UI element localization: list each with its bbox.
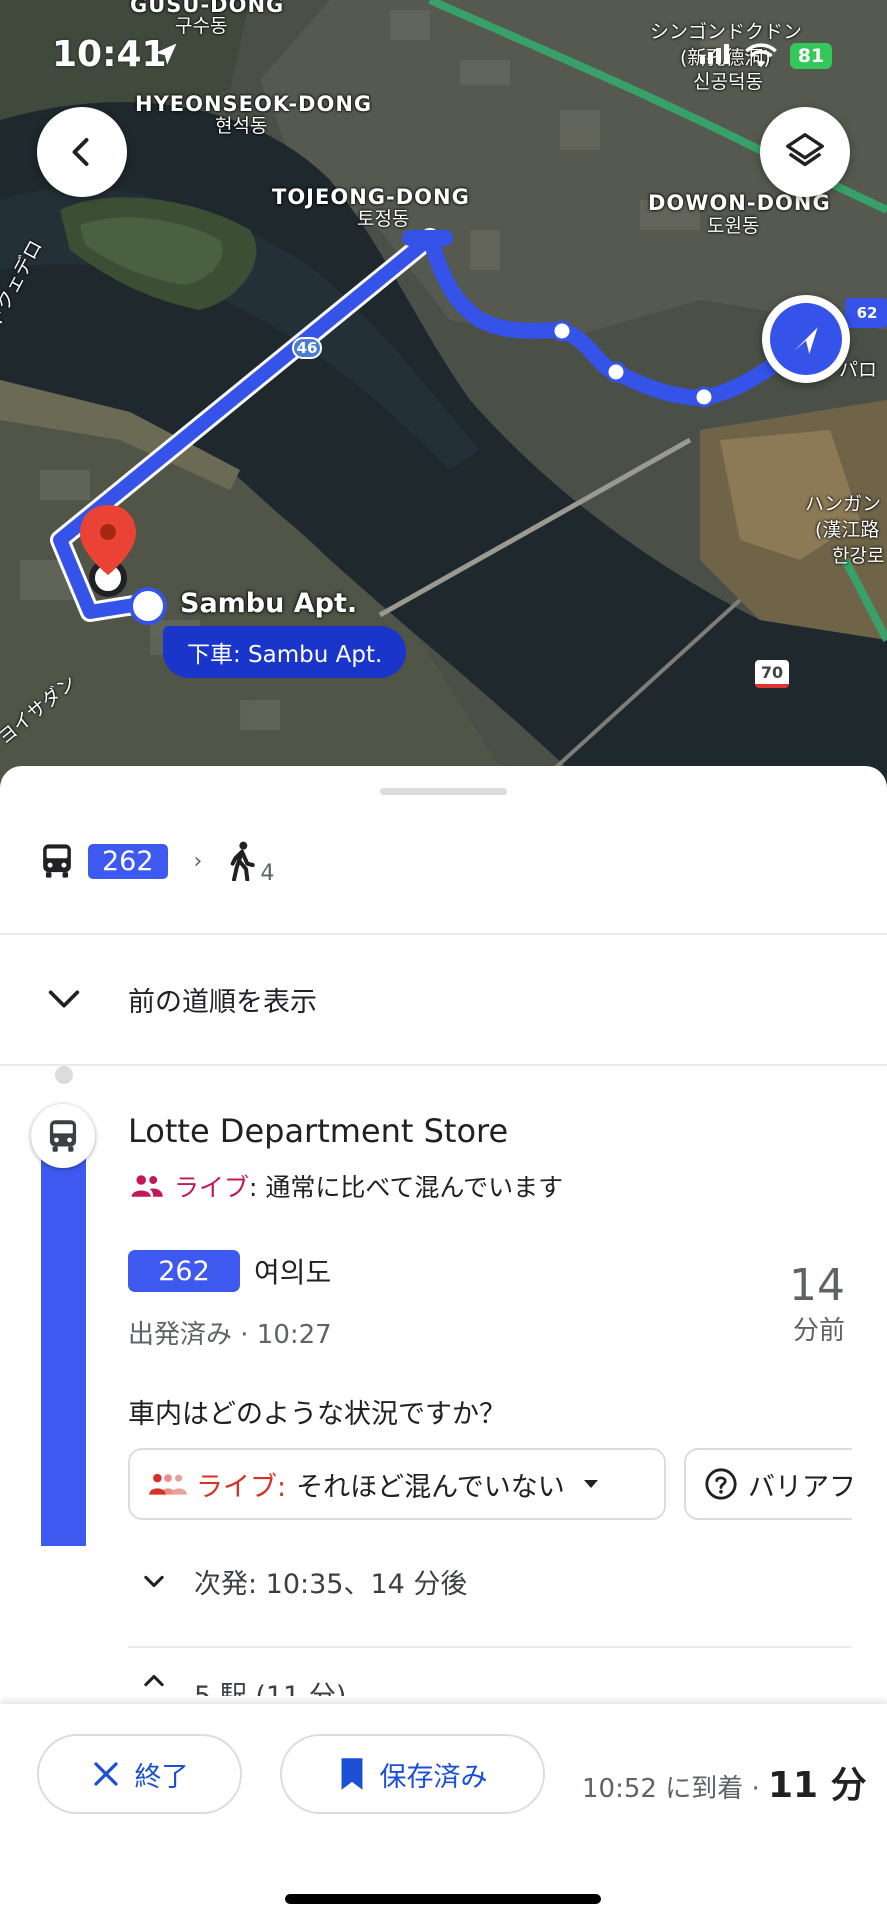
stop-name[interactable]: Lotte Department Store [128,1112,508,1150]
live-label: ライブ [174,1173,250,1202]
bus-line-row[interactable]: 262 여의도 [128,1250,331,1292]
crowd-chip-live-label: ライブ: [196,1471,287,1503]
bottom-action-bar: 終了 保存済み 10:52 に到着 · 11 分 [0,1704,887,1920]
walk-icon [231,841,256,881]
home-indicator [285,1894,601,1904]
map-label-hangang-kr: 한강로 [832,545,885,567]
end-button[interactable]: 終了 [37,1734,242,1814]
stop-label: Sambu Apt. [180,588,358,619]
live-crowd-status: ライブ: 通常に比べて混んでいます [128,1168,563,1204]
highway-shield-70: 70 [755,660,789,688]
chevron-up-icon [144,1674,164,1687]
bus-line-badge: 262 [128,1250,240,1292]
chevron-down-icon [48,990,80,1008]
back-button[interactable] [37,107,127,197]
bus-icon [43,844,71,878]
divider [0,933,887,935]
map-label-hyeonseok-en: HYEONSEOK-DONG [135,92,373,116]
screen: GUSU-DONG 구수동 HYEONSEOK-DONG 현석동 TOJEONG… [0,0,887,1920]
route-badge-62: 62 [856,304,878,322]
next-departure-text: 次発: 10:35、14 分後 [194,1569,468,1600]
departed-time: 出発済み · 10:27 [128,1320,332,1350]
trip-duration: 11 分 [768,1765,867,1806]
saved-button[interactable]: 保存済み [280,1734,545,1814]
next-departure-row[interactable]: 次発: 10:35、14 分後 [140,1562,467,1601]
map-label-hangang-paren: (漢江路 [815,519,880,541]
map-label-hangang-jp: ハンガン [805,493,882,515]
map-label-tojeong-kr: 토정동 [357,208,410,230]
recenter-button[interactable] [762,295,850,383]
accessibility-chip-label: バリアフ [748,1471,852,1503]
show-previous-steps-label: 前の道順を表示 [128,986,317,1018]
navigation-arrow-icon [770,303,842,375]
map-label-tojeong-en: TOJEONG-DONG [272,185,470,209]
map-label-hyeonseok-kr: 현석동 [215,115,268,137]
map-label-singong-jp: シンゴンドクドン [650,21,803,43]
crowd-level-dropdown[interactable]: ライブ: それほど混んでいない [128,1448,666,1520]
transit-timeline-bar [41,1116,86,1546]
summary-line-badge: 262 [88,843,168,879]
chevron-right-icon: › [193,848,203,874]
alight-chip[interactable]: 下車: Sambu Apt. [163,626,407,678]
bus-destination: 여의도 [254,1256,332,1289]
signal-icon [700,44,729,64]
dropdown-arrow-icon [583,1480,598,1488]
stops-count-row[interactable]: 5 駅 (11 分) [140,1652,860,1696]
show-previous-steps-row[interactable]: 前の道順を表示 [0,936,887,1062]
map-label-gusu-kr: 구수동 [175,15,228,37]
status-time: 10:41 [52,34,167,75]
crowd-chip-value: それほど混んでいない [296,1471,565,1503]
chevron-left-icon [72,138,89,166]
saved-button-label: 保存済み [379,1761,488,1793]
walk-minutes: 4 [260,861,275,886]
arrival-summary: 10:52 に到着 · 11 分 [582,1756,867,1808]
route-summary[interactable]: 262 › 4 [40,826,274,896]
accessibility-chip[interactable]: バリアフ [684,1448,852,1520]
location-arrow-icon [155,43,177,65]
drag-handle[interactable] [380,788,507,795]
bus-stop-node [31,1104,95,1168]
divider [128,1646,852,1648]
bookmark-icon [341,1758,362,1790]
stops-count-text: 5 駅 (11 分) [194,1674,346,1696]
map-label-dowon-kr: 도원동 [707,215,760,237]
close-icon [93,1762,118,1786]
feedback-chips: ライブ: それほど混んでいない バリアフ [128,1448,852,1524]
arrival-time-text: 10:52 に到着 · [582,1774,768,1804]
bus-icon [49,1120,77,1152]
help-circle-icon [705,1468,737,1500]
map-view[interactable]: GUSU-DONG 구수동 HYEONSEOK-DONG 현석동 TOJEONG… [0,0,887,800]
satellite-map [0,0,887,800]
end-button-label: 終了 [134,1761,189,1793]
battery-indicator: 81 [790,43,832,69]
live-status-text: : 通常に比べて混んでいます [249,1173,564,1202]
timeline-dot [55,1066,73,1084]
minutes-ago-number: 14 [789,1260,845,1311]
chevron-down-icon [144,1575,164,1587]
crowd-question: 車内はどのような状況ですか？ [128,1399,506,1430]
minutes-ago: 14 分前 [789,1260,845,1347]
layers-icon [786,133,824,167]
route-badge-46: 46 [292,337,322,359]
layers-button[interactable] [760,107,850,197]
people-icon [131,1175,163,1197]
minutes-ago-unit: 分前 [792,1316,845,1347]
wifi-icon [745,43,777,68]
divider [0,1064,887,1066]
crowd-people-icon [149,1473,187,1495]
map-label-singong-kr: 신공덕동 [693,71,763,93]
